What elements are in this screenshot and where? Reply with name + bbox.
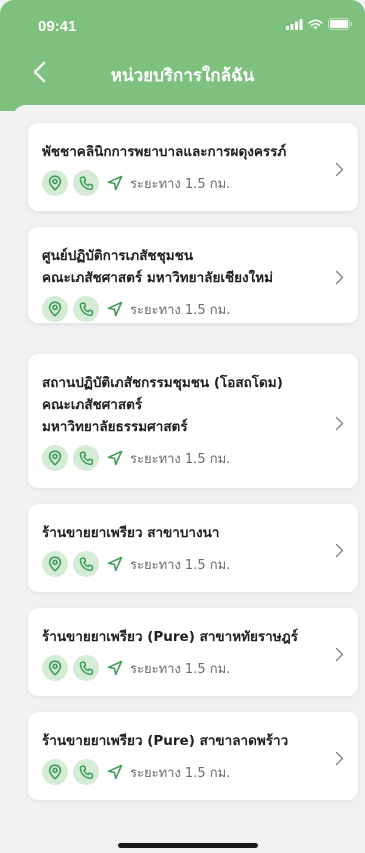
location-button[interactable] (42, 759, 68, 785)
chevron-right-icon (335, 416, 343, 430)
service-name-line-2: คณะเภสัชศาสตร์ มหาวิทยาลัยเชียงใหม่ (42, 270, 274, 286)
signal-icon (286, 18, 303, 30)
navigation-arrow-icon (107, 301, 123, 317)
location-pin-icon (48, 175, 62, 191)
service-actions: ระยะทาง 1.5 กม. (42, 655, 230, 681)
navigation-arrow-icon (107, 175, 123, 191)
navigate-button[interactable] (104, 655, 126, 681)
navigate-button[interactable] (104, 551, 126, 577)
distance-text: ระยะทาง 1.5 กม. (130, 176, 231, 192)
phone-button[interactable] (73, 170, 99, 196)
service-card[interactable]: ศูนย์ปฏิบัติการเภสัชชุมชน คณะเภสัชศาสตร์… (28, 227, 358, 323)
location-pin-icon (48, 660, 62, 676)
service-list: พัชชาคลินิกการพยาบาลและการผดุงครรภ์ ระยะ… (12, 105, 365, 853)
location-pin-icon (48, 764, 62, 780)
navigation-arrow-icon (107, 556, 123, 572)
open-detail-chevron[interactable] (332, 540, 346, 560)
navigate-button[interactable] (104, 170, 126, 196)
chevron-right-icon (335, 543, 343, 557)
service-actions: ระยะทาง 1.5 กม. (42, 296, 230, 322)
service-actions: ระยะทาง 1.5 กม. (42, 759, 230, 785)
phone-icon (79, 176, 93, 190)
navigation-arrow-icon (107, 450, 123, 466)
service-name-line-1: สถานปฏิบัติเภสัชกรรมชุมชน (โอสถโดม) (42, 375, 283, 391)
open-detail-chevron[interactable] (332, 267, 346, 287)
nav-bar: หน่วยบริการใกล้ฉัน (0, 48, 365, 98)
distance-text: ระยะทาง 1.5 กม. (130, 451, 231, 467)
service-name-line-1: ศูนย์ปฏิบัติการเภสัชชุมชน (42, 248, 194, 264)
distance-text: ระยะทาง 1.5 กม. (130, 765, 231, 781)
location-button[interactable] (42, 170, 68, 196)
phone-icon (79, 765, 93, 779)
navigation-arrow-icon (107, 660, 123, 676)
location-pin-icon (48, 450, 62, 466)
chevron-right-icon (335, 270, 343, 284)
chevron-right-icon (335, 647, 343, 661)
status-icons (286, 18, 353, 30)
navigate-button[interactable] (104, 296, 126, 322)
service-name: สถานปฏิบัติเภสัชกรรมชุมชน (โอสถโดม) คณะเ… (42, 372, 318, 438)
distance-text: ระยะทาง 1.5 กม. (130, 302, 231, 318)
location-button[interactable] (42, 551, 68, 577)
phone-icon (79, 302, 93, 316)
phone-button[interactable] (73, 296, 99, 322)
chevron-right-icon (335, 751, 343, 765)
location-button[interactable] (42, 296, 68, 322)
service-card[interactable]: พัชชาคลินิกการพยาบาลและการผดุงครรภ์ ระยะ… (28, 123, 358, 211)
service-card[interactable]: ร้านขายยาเพรียว (Pure) สาขาลาดพร้าว ระยะ… (28, 712, 358, 800)
service-name-line-3: มหาวิทยาลัยธรรมศาสตร์ (42, 419, 188, 435)
location-pin-icon (48, 301, 62, 317)
chevron-right-icon (335, 162, 343, 176)
phone-icon (79, 661, 93, 675)
home-indicator[interactable] (118, 843, 258, 848)
phone-button[interactable] (73, 655, 99, 681)
app-header: 09:41 หน่วยบริการใกล้ฉัน (0, 0, 365, 111)
location-button[interactable] (42, 655, 68, 681)
service-actions: ระยะทาง 1.5 กม. (42, 445, 230, 471)
service-actions: ระยะทาง 1.5 กม. (42, 170, 230, 196)
service-card[interactable]: ร้านขายยาเพรียว สาขาบางนา ระยะทาง 1.5 กม… (28, 504, 358, 592)
location-button[interactable] (42, 445, 68, 471)
service-name-line-2: คณะเภสัชศาสตร์ (42, 397, 143, 413)
phone-button[interactable] (73, 445, 99, 471)
wifi-icon (308, 19, 323, 29)
service-actions: ระยะทาง 1.5 กม. (42, 551, 230, 577)
service-name: ร้านขายยาเพรียว (Pure) สาขาหทัยราษฎร์ (42, 626, 318, 648)
open-detail-chevron[interactable] (332, 159, 346, 179)
navigation-arrow-icon (107, 764, 123, 780)
service-card[interactable]: สถานปฏิบัติเภสัชกรรมชุมชน (โอสถโดม) คณะเ… (28, 354, 358, 488)
open-detail-chevron[interactable] (332, 748, 346, 768)
phone-button[interactable] (73, 759, 99, 785)
distance-text: ระยะทาง 1.5 กม. (130, 557, 231, 573)
phone-icon (79, 451, 93, 465)
service-name: ร้านขายยาเพรียว (Pure) สาขาลาดพร้าว (42, 730, 318, 752)
phone-button[interactable] (73, 551, 99, 577)
service-name: พัชชาคลินิกการพยาบาลและการผดุงครรภ์ (42, 141, 318, 163)
service-name-line-1: พัชชาคลินิกการพยาบาลและการผดุงครรภ์ (42, 144, 287, 160)
navigate-button[interactable] (104, 759, 126, 785)
open-detail-chevron[interactable] (332, 413, 346, 433)
status-bar: 09:41 (0, 0, 365, 44)
status-time: 09:41 (38, 18, 77, 35)
navigate-button[interactable] (104, 445, 126, 471)
service-name-line-1: ร้านขายยาเพรียว (Pure) สาขาหทัยราษฎร์ (42, 629, 298, 645)
service-name: ศูนย์ปฏิบัติการเภสัชชุมชน คณะเภสัชศาสตร์… (42, 245, 318, 289)
phone-icon (79, 557, 93, 571)
service-name-line-1: ร้านขายยาเพรียว สาขาบางนา (42, 525, 220, 541)
service-name: ร้านขายยาเพรียว สาขาบางนา (42, 522, 318, 544)
phone-screen: 09:41 หน่วยบริการใกล้ฉัน พัชชาคลินิกการพ… (0, 0, 365, 853)
page-title: หน่วยบริการใกล้ฉัน (110, 66, 255, 86)
location-pin-icon (48, 556, 62, 572)
service-name-line-1: ร้านขายยาเพรียว (Pure) สาขาลาดพร้าว (42, 733, 289, 749)
open-detail-chevron[interactable] (332, 644, 346, 664)
distance-text: ระยะทาง 1.5 กม. (130, 661, 231, 677)
service-card[interactable]: ร้านขายยาเพรียว (Pure) สาขาหทัยราษฎร์ ระ… (28, 608, 358, 696)
battery-icon (328, 18, 353, 30)
